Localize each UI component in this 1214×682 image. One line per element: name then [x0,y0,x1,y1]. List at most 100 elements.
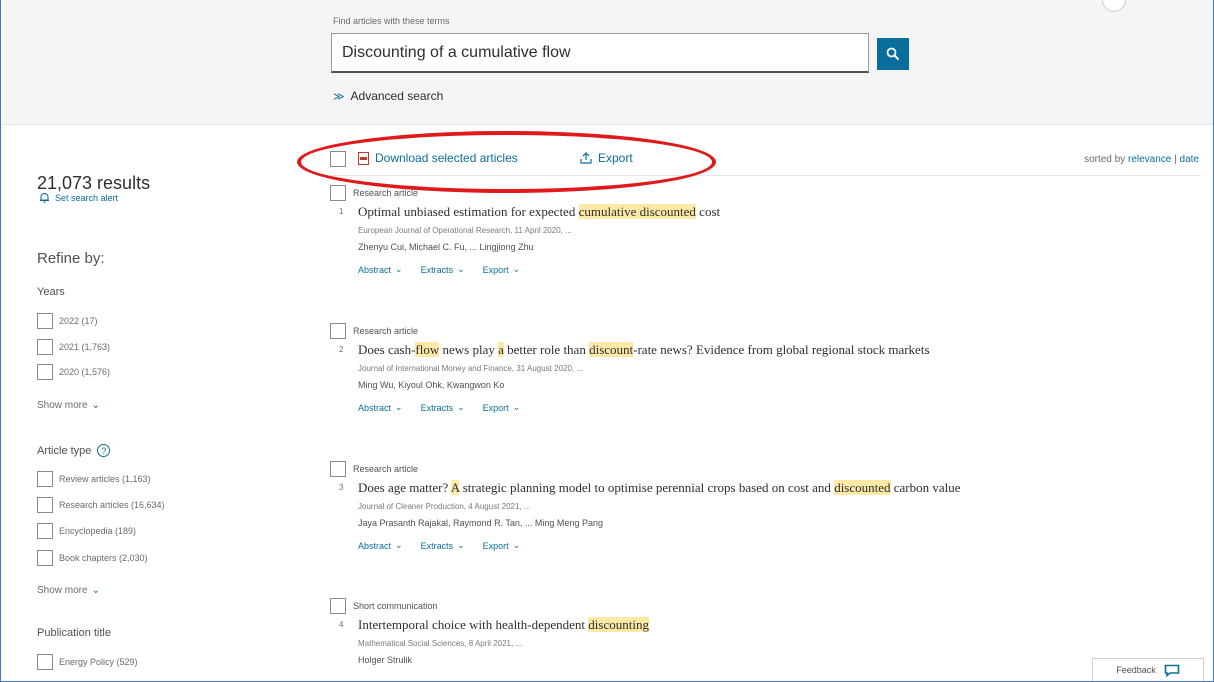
user-avatar[interactable] [1102,0,1126,12]
article-title-link[interactable]: Does age matter? A strategic planning mo… [358,480,961,496]
article-type: Research article [330,185,418,201]
article-action-abstract[interactable]: Abstract ⌄ [358,540,403,551]
facet-item-label: 2021 (1,763) [59,342,111,352]
facet-item-book-chapters[interactable]: Book chapters (2,030) [37,550,148,566]
title-segment: -rate news? Evidence from global regiona… [633,342,930,357]
article-type: Research article [330,461,418,477]
title-segment: strategic planning model to optimise per… [459,480,835,495]
sort-date-link[interactable]: date [1180,154,1199,165]
facet-item-research-articles[interactable]: Research articles (16,634) [37,497,165,513]
export-icon [580,152,592,164]
result-checkbox[interactable] [330,323,346,339]
checkbox[interactable] [37,523,53,539]
checkbox[interactable] [37,471,53,487]
highlighted-term: discount [589,342,634,357]
set-search-alert-link[interactable]: Set search alert [39,192,118,203]
result-checkbox[interactable] [330,185,346,201]
pdf-icon [358,151,369,165]
facet-title-publication: Publication title [37,627,111,639]
title-segment: Does cash- [358,342,416,357]
title-segment: better role than [503,342,590,357]
result-item: Research article 3 Does age matter? A stra… [330,461,1190,571]
results-toolbar: Download selected articles Export sorted… [330,146,1201,176]
checkbox[interactable] [37,313,53,329]
chevron-down-icon: ⌄ [457,402,465,412]
search-button[interactable] [877,38,909,70]
export-button[interactable]: Export [580,151,633,165]
checkbox[interactable] [37,497,53,513]
export-label: Export [598,151,633,165]
checkbox[interactable] [37,550,53,566]
result-number: 2 [339,345,344,354]
help-icon[interactable]: ? [97,444,111,457]
title-segment: carbon value [890,480,961,495]
checkbox[interactable] [37,339,53,355]
article-action-extracts[interactable]: Extracts ⌄ [421,540,465,551]
download-selected-button[interactable]: Download selected articles [358,151,518,165]
checkbox[interactable] [37,654,53,670]
article-type-label: Research article [353,464,419,474]
article-actions: Abstract ⌄ Extracts ⌄ Export ⌄ [358,540,520,551]
sort-separator: | [1174,154,1177,165]
facet-item-energy-policy[interactable]: Energy Policy (529) [37,654,138,670]
article-action-abstract[interactable]: Abstract ⌄ [358,264,403,275]
result-checkbox[interactable] [330,598,346,614]
facet-title-years: Years [37,286,65,298]
facet-item-review-articles[interactable]: Review articles (1,163) [37,471,151,487]
facet-item-year-2022[interactable]: 2022 (17) [37,313,98,329]
sort-relevance-link[interactable]: relevance [1128,154,1171,165]
facet-item-encyclopedia[interactable]: Encyclopedia (189) [37,523,136,539]
facet-item-label: Book chapters (2,030) [59,553,148,563]
select-all-checkbox[interactable] [330,151,346,167]
article-action-export[interactable]: Export ⌄ [483,540,521,551]
article-title-link[interactable]: Does cash-flow news play a better role t… [358,342,930,358]
search-input[interactable] [331,33,869,73]
sort-control: sorted by relevance | date [1084,154,1199,165]
article-action-export[interactable]: Export ⌄ [483,264,521,275]
facet-item-year-2020[interactable]: 2020 (1,576) [37,364,110,380]
set-search-alert-label: Set search alert [55,192,119,203]
article-source: Journal of Cleaner Production, 4 August … [358,502,531,511]
chevron-down-icon: ⌄ [395,264,403,274]
chevron-down-icon: ⌄ [457,540,465,550]
download-selected-label: Download selected articles [375,151,518,165]
chevron-down-icon: ⌄ [395,540,403,550]
facet-item-label: Research articles (16,634) [59,500,165,510]
article-source: Journal of International Money and Finan… [358,364,584,373]
feedback-label: Feedback [1116,665,1156,675]
sort-prefix: sorted by [1084,154,1126,165]
article-action-export[interactable]: Export ⌄ [483,402,521,413]
article-type-label: Research article [353,326,419,336]
article-action-extracts[interactable]: Extracts ⌄ [421,402,465,413]
facet-title-article-type: Article type ? [37,444,111,457]
article-actions: Abstract ⌄ Extracts ⌄ Export ⌄ [358,264,520,275]
article-action-label: Export [482,264,509,275]
page-frame: Find articles with these terms ≫ Advance… [0,0,1214,682]
checkbox[interactable] [37,364,53,380]
highlighted-term: flow [415,342,440,357]
show-more-article-type-link[interactable]: Show more ⌄ [37,585,100,596]
article-actions: Abstract ⌄ Extracts ⌄ Export ⌄ [358,402,520,413]
highlighted-term: discounted [834,480,891,495]
facet-item-label: 2020 (1,576) [59,367,111,377]
chevron-down-icon: ⌄ [512,402,521,412]
article-type: Short communication [330,598,438,614]
facet-item-year-2021[interactable]: 2021 (1,763) [37,339,110,355]
article-authors: Holger Strulik [358,655,413,665]
result-checkbox[interactable] [330,461,346,477]
chevron-down-icon: ⌄ [512,540,521,550]
bell-icon [40,192,49,203]
show-more-years-link[interactable]: Show more ⌄ [37,400,100,411]
article-title-link[interactable]: Intertemporal choice with health-depende… [358,617,649,633]
article-action-label: Export [482,540,509,551]
article-action-abstract[interactable]: Abstract ⌄ [358,402,403,413]
advanced-search-link[interactable]: ≫ Advanced search [333,89,443,103]
article-title-link[interactable]: Optimal unbiased estimation for expected… [358,204,720,220]
title-segment: Does age matter? [358,480,451,495]
article-action-extracts[interactable]: Extracts ⌄ [421,264,465,275]
highlighted-term: discounting [588,617,649,632]
search-panel: Find articles with these terms ≫ Advance… [2,0,1213,125]
facet-item-label: Encyclopedia (189) [59,526,137,536]
title-segment: news play [439,342,499,357]
feedback-button[interactable]: Feedback [1092,658,1204,681]
